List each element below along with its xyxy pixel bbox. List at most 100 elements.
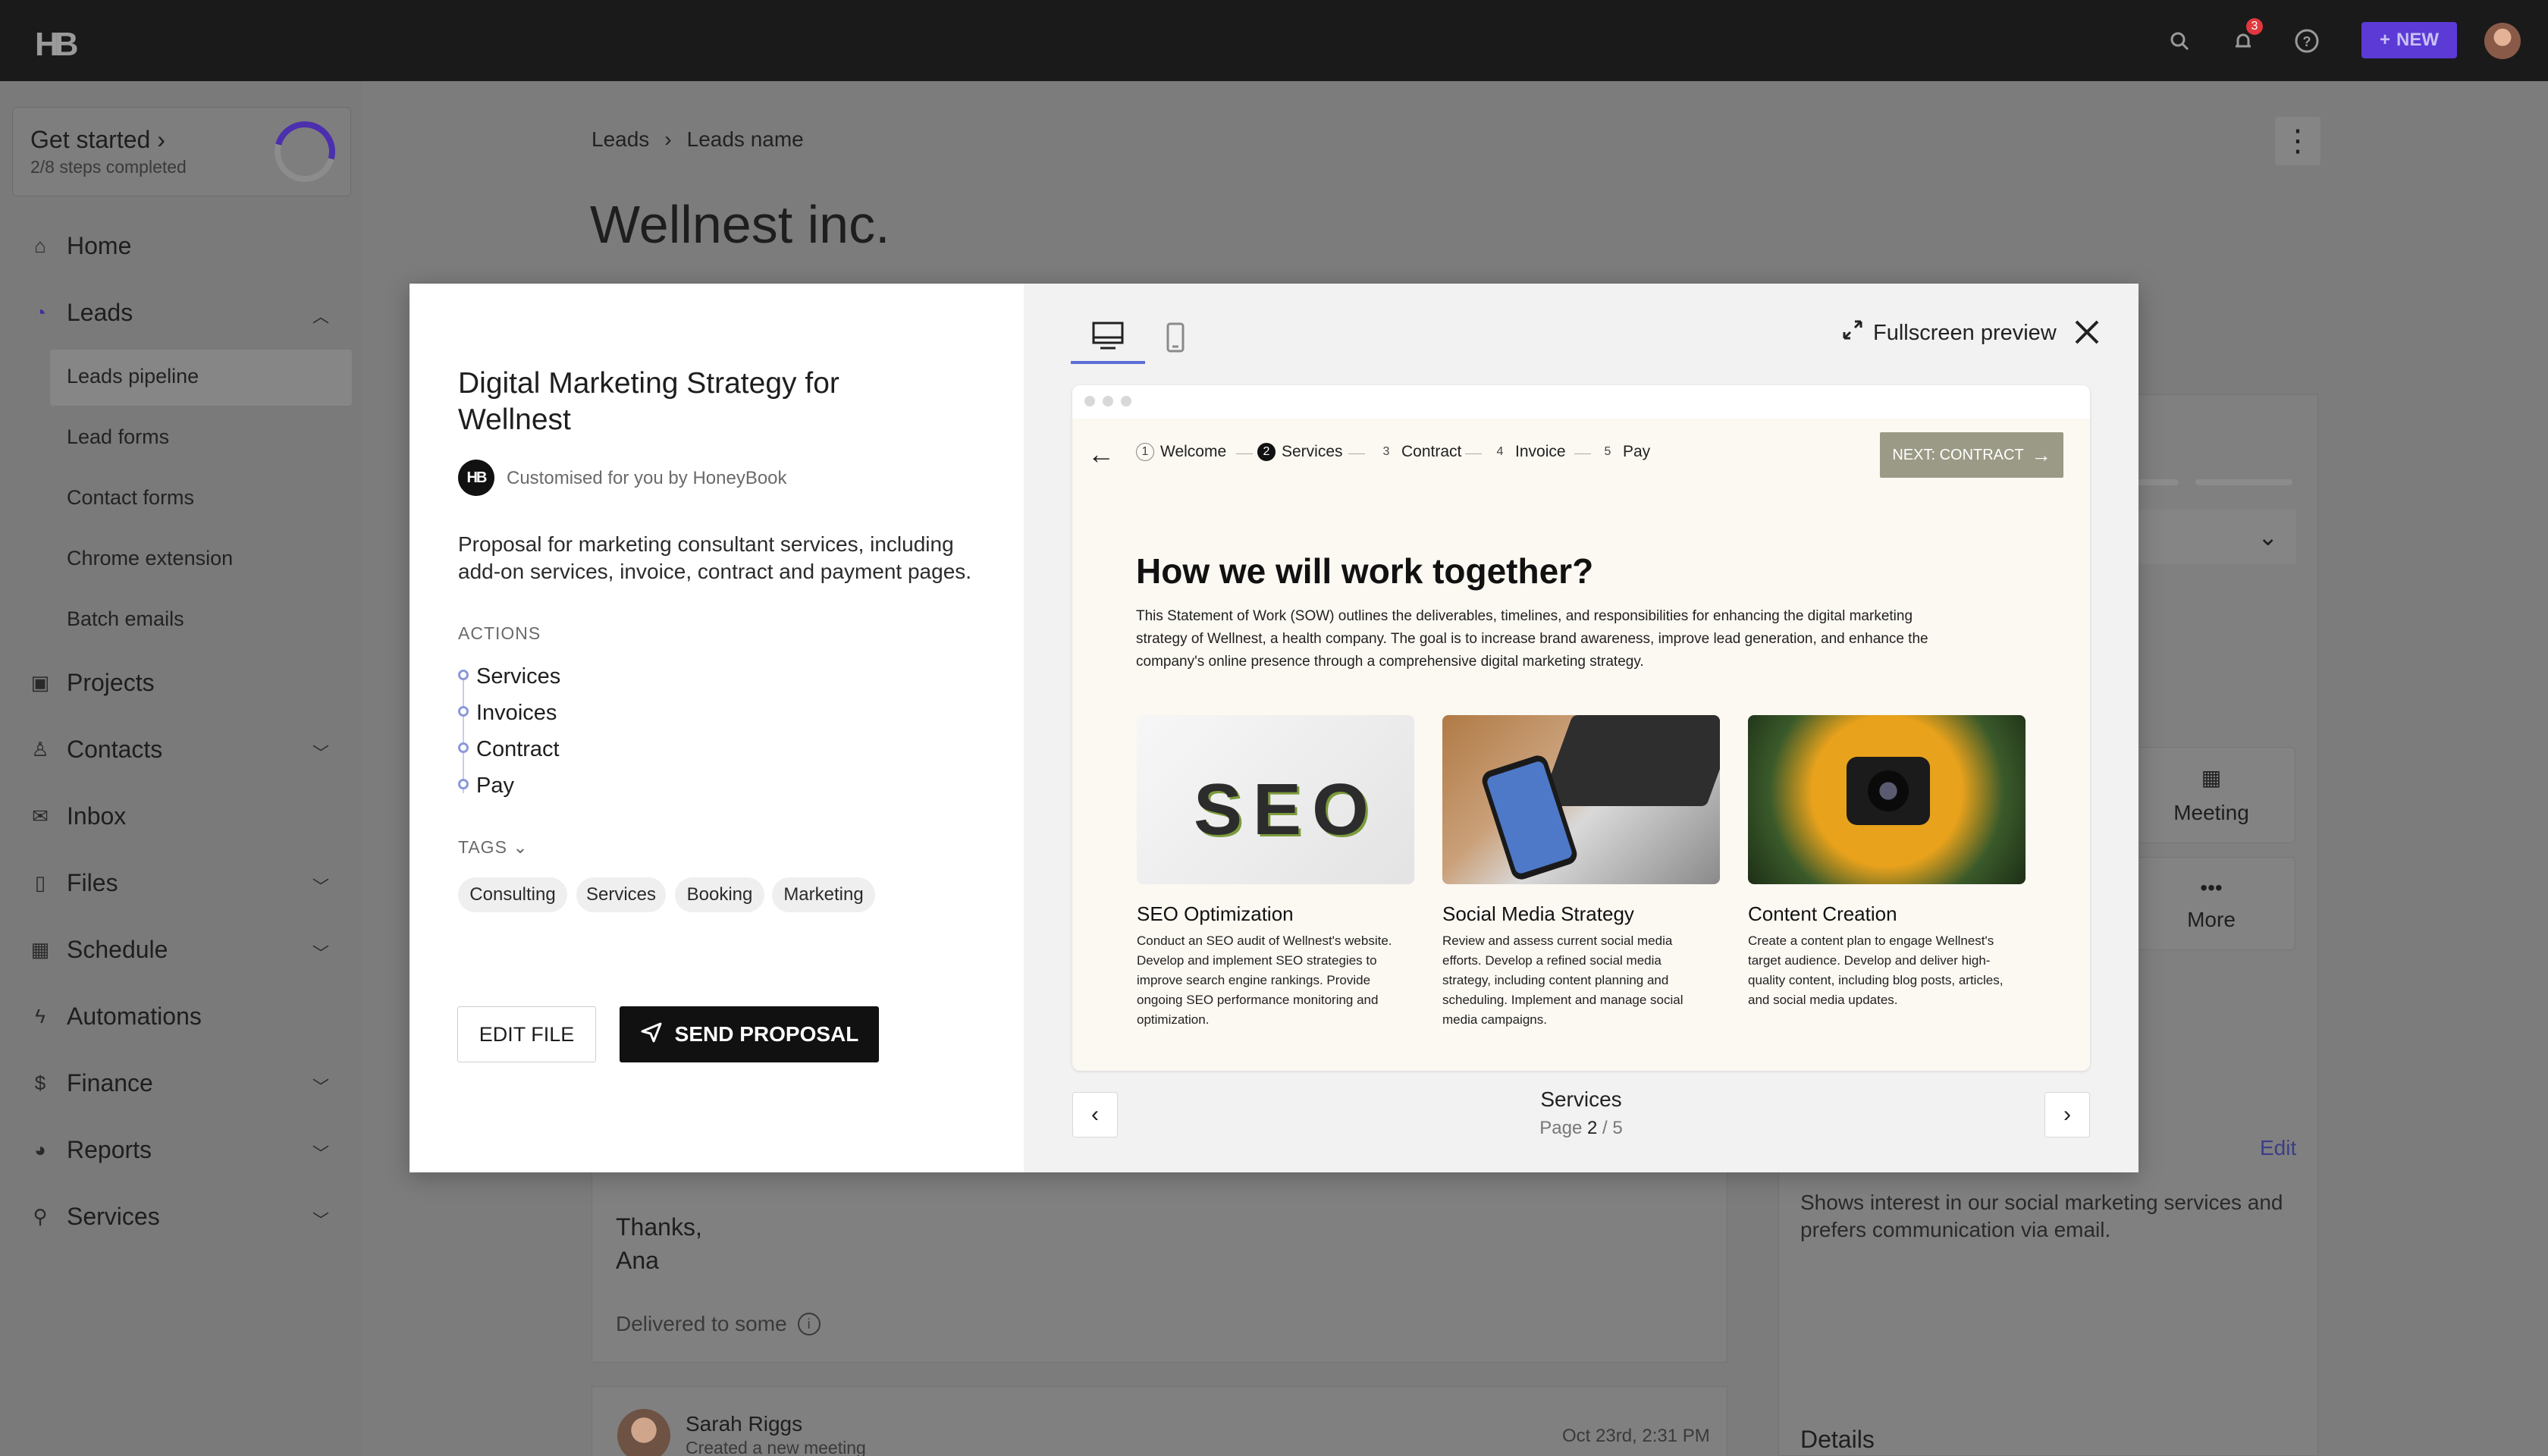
home-icon: ⌂ (34, 234, 46, 257)
avatar (617, 1409, 670, 1456)
fullscreen-label: Fullscreen preview (1873, 320, 2057, 345)
page-section-label: Services (1540, 1087, 1622, 1111)
chart-icon: ◕ (34, 1138, 46, 1161)
action-dot (458, 706, 469, 717)
edit-file-button[interactable]: EDIT FILE (457, 1006, 596, 1062)
tag-chip: Consulting (458, 877, 567, 912)
sidebar-item-reports[interactable]: ◕ Reports (30, 1136, 152, 1164)
next-contract-button[interactable]: NEXT: CONTRACT → (1880, 432, 2063, 478)
user-avatar[interactable] (2484, 23, 2521, 59)
social-media-image (1442, 715, 1720, 884)
info-icon[interactable]: i (797, 1313, 821, 1335)
send-proposal-button[interactable]: SEND PROPOSAL (620, 1006, 879, 1062)
fullscreen-preview-button[interactable]: Fullscreen preview (1841, 318, 2057, 347)
services-icon: ⚲ (33, 1205, 48, 1228)
breadcrumb-leads-name: Leads name (686, 127, 804, 151)
step-separator (1236, 453, 1253, 454)
chevron-down-icon[interactable]: ﹀ (312, 874, 329, 898)
window-dot (1121, 396, 1131, 406)
step-invoice[interactable]: 4 Invoice (1491, 443, 1566, 461)
person-icon: ♙ (31, 738, 49, 761)
customised-by: Customised for you by HoneyBook (507, 468, 787, 488)
sidebar-item-home[interactable]: ⌂ Home (30, 232, 131, 260)
sidebar-item-services[interactable]: ⚲ Services (30, 1203, 159, 1231)
step-services[interactable]: 2 Services (1257, 443, 1343, 461)
card-title-social: Social Media Strategy (1442, 902, 1634, 925)
next-label: NEXT: CONTRACT (1892, 446, 2024, 463)
sidebar-item-leads[interactable]: ◔ Leads (30, 299, 133, 327)
proposal-title: Digital Marketing Strategy for Wellnest (458, 367, 839, 436)
chevron-down-icon[interactable]: ﹀ (312, 1207, 329, 1232)
action-dot (458, 670, 469, 680)
action-dot (458, 742, 469, 753)
sidebar-item-contacts[interactable]: ♙ Contacts (30, 736, 162, 764)
email-signoff: Thanks, Ana (616, 1213, 702, 1274)
chevron-down-icon[interactable]: ⌄ (2138, 510, 2296, 564)
chevron-up-icon[interactable]: ︿ (312, 303, 329, 328)
content-creation-image (1748, 715, 2026, 884)
get-started-title[interactable]: Get started › (30, 126, 165, 154)
sidebar-item-finance[interactable]: $ Finance (30, 1069, 153, 1097)
sidebar-item-projects[interactable]: ▣ Projects (30, 669, 155, 697)
card-text-seo: Conduct an SEO audit of Wellnest's websi… (1137, 934, 1392, 1027)
honeybook-logo[interactable]: HB (35, 26, 79, 64)
action-pay: Pay (476, 774, 514, 798)
meeting-tile[interactable]: ▦ Meeting (2127, 747, 2295, 843)
arrow-left-icon[interactable]: ← (1087, 438, 1115, 470)
leads-icon: ◔ (34, 301, 46, 324)
honeybook-badge: HB (458, 460, 494, 496)
step-pay[interactable]: 5 Pay (1599, 443, 1651, 461)
page-indicator: Page 2 / 5 (1539, 1118, 1623, 1138)
mail-icon: ✉ (32, 805, 49, 827)
desktop-view-tab[interactable] (1071, 311, 1145, 364)
calendar-icon: ▦ (30, 938, 50, 961)
send-proposal-label: SEND PROPOSAL (674, 1022, 859, 1046)
step-welcome[interactable]: 1 Welcome (1136, 443, 1226, 461)
bolt-icon: ϟ (35, 1005, 46, 1028)
send-icon (640, 1021, 663, 1049)
chevron-right-icon: › (157, 126, 165, 153)
card-title-content: Content Creation (1748, 902, 1897, 925)
sidebar-subitem-leads-pipeline[interactable]: Leads pipeline (67, 365, 199, 388)
step-separator (1348, 453, 1365, 454)
mobile-view-tab[interactable] (1153, 311, 1198, 364)
preview-heading: How we will work together? (1136, 551, 1594, 591)
card-text-content: Create a content plan to engage Wellnest… (1748, 934, 2004, 1007)
sidebar-item-automations[interactable]: ϟ Automations (30, 1003, 202, 1031)
action-services: Services (476, 664, 561, 689)
more-label: More (2187, 907, 2236, 931)
sidebar-item-inbox[interactable]: ✉ Inbox (30, 802, 126, 830)
seo-letters: SEO (1194, 769, 1379, 850)
sidebar-subitem-chrome-extension[interactable]: Chrome extension (67, 547, 233, 570)
sidebar-subitem-contact-forms[interactable]: Contact forms (67, 486, 194, 510)
tags-toggle[interactable]: TAGS ⌄ (458, 837, 529, 858)
dollar-icon: $ (34, 1072, 46, 1094)
search-icon[interactable] (2163, 24, 2196, 58)
sidebar-subitem-lead-forms[interactable]: Lead forms (67, 425, 169, 449)
chevron-down-icon[interactable]: ﹀ (312, 740, 329, 764)
chevron-down-icon[interactable]: ﹀ (312, 1141, 329, 1165)
new-button[interactable]: + NEW (2361, 22, 2457, 58)
sidebar-item-schedule[interactable]: ▦ Schedule (30, 936, 168, 964)
sidebar-subitem-batch-emails[interactable]: Batch emails (67, 607, 184, 631)
more-options-icon[interactable]: ⋮ (2275, 117, 2320, 165)
chevron-right-icon: › (664, 127, 672, 151)
next-page-button[interactable]: › (2044, 1092, 2090, 1138)
get-started-subtitle: 2/8 steps completed (30, 157, 187, 177)
help-icon[interactable]: ? (2290, 24, 2324, 58)
breadcrumb-leads[interactable]: Leads (592, 127, 649, 152)
sidebar-item-files[interactable]: ▯ Files (30, 869, 118, 897)
chevron-down-icon[interactable]: ﹀ (312, 940, 329, 965)
mobile-icon (1166, 322, 1185, 353)
more-tile[interactable]: ••• More (2127, 857, 2295, 950)
edit-notes-link[interactable]: Edit (2260, 1136, 2296, 1160)
window-dot (1103, 396, 1113, 406)
step-separator (1465, 453, 1482, 454)
expand-icon (1841, 318, 1864, 347)
step-contract[interactable]: 3 Contract (1377, 443, 1462, 461)
close-icon[interactable] (2069, 314, 2105, 350)
chevron-down-icon[interactable]: ﹀ (312, 1074, 329, 1098)
tag-chip: Marketing (772, 877, 875, 912)
proposal-description: Proposal for marketing consultant servic… (458, 532, 972, 583)
briefcase-icon: ▣ (30, 671, 50, 694)
